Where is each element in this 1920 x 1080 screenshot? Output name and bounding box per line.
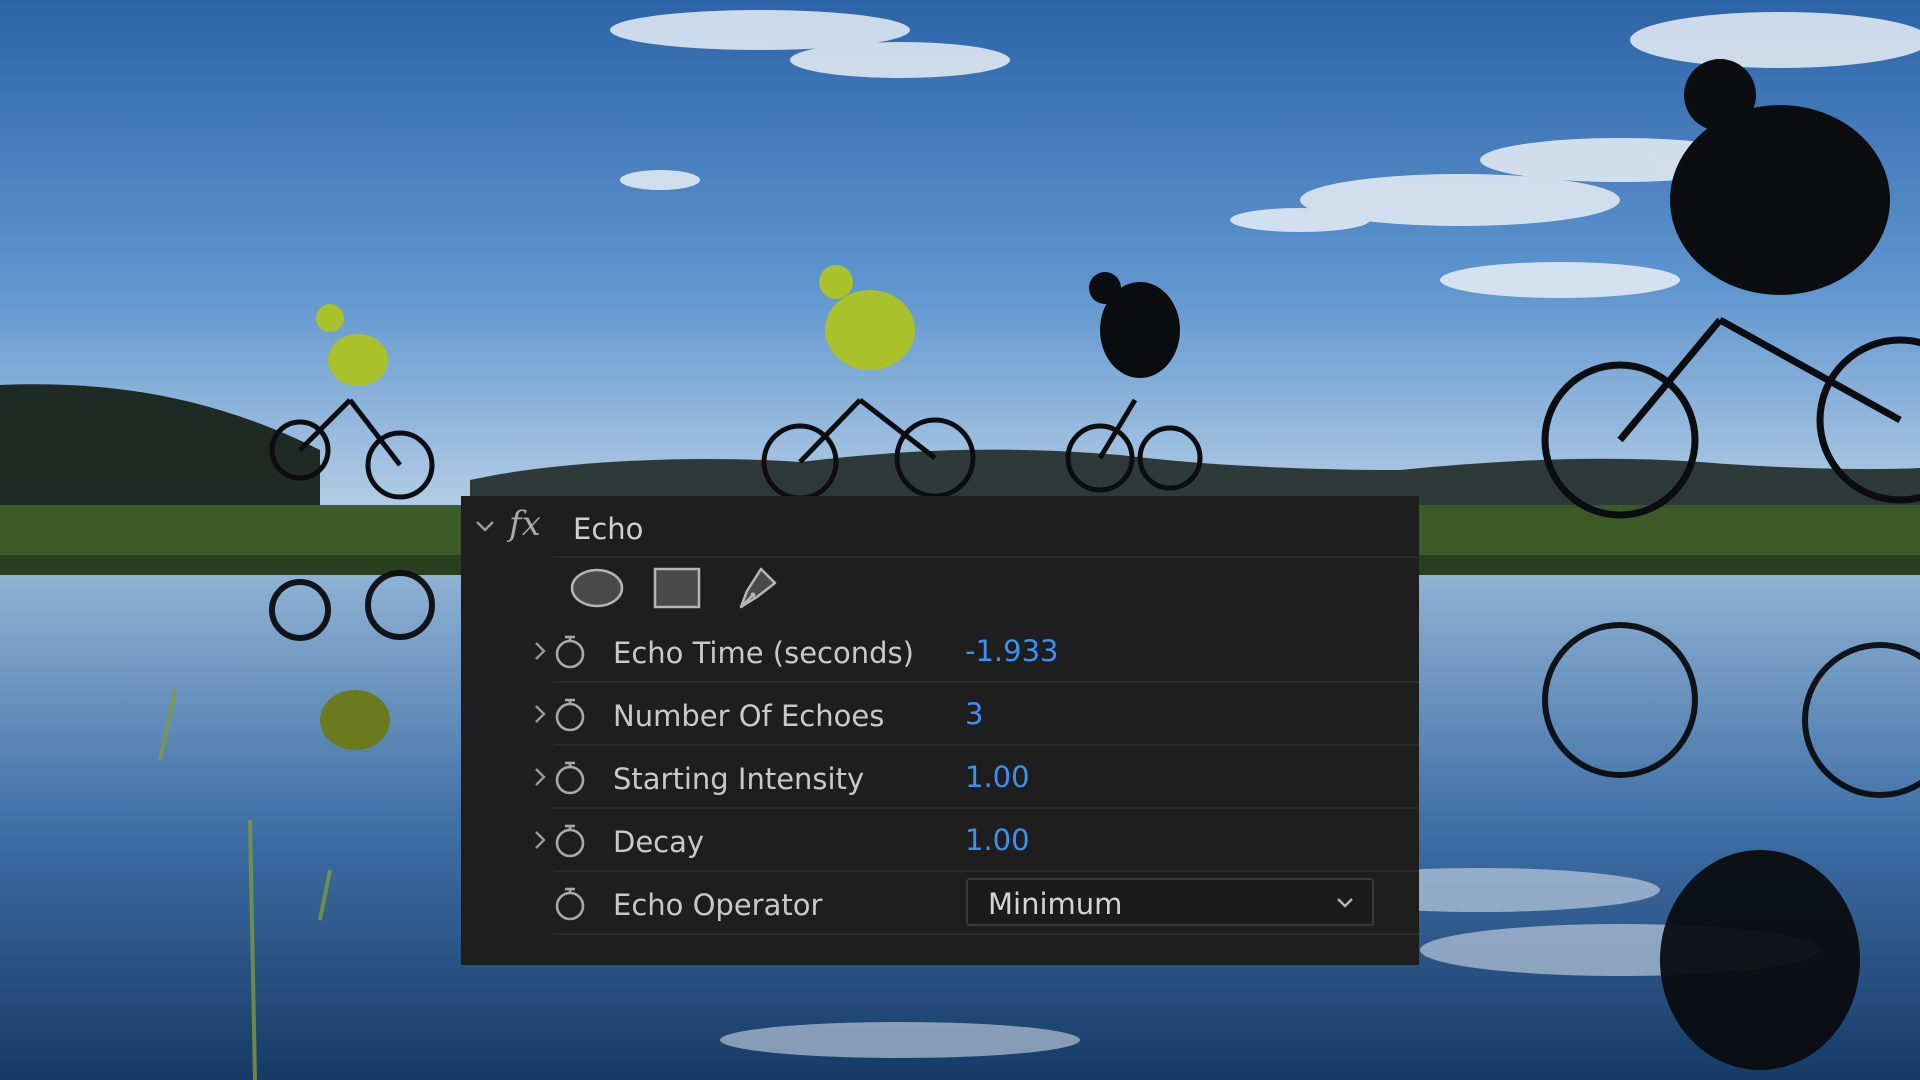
fx-badge-icon[interactable]: fx	[509, 504, 541, 544]
chevron-right-icon[interactable]	[529, 640, 551, 662]
rectangle-mask-icon[interactable]	[652, 566, 702, 610]
param-label: Number Of Echoes	[613, 699, 885, 733]
param-label: Starting Intensity	[613, 762, 865, 796]
param-row-echo-operator[interactable]: Echo Operator Minimum	[553, 872, 1419, 935]
stopwatch-icon[interactable]	[553, 697, 587, 733]
param-label: Echo Operator	[613, 888, 823, 922]
stopwatch-icon[interactable]	[553, 634, 587, 670]
param-label: Decay	[613, 825, 705, 859]
chevron-right-icon[interactable]	[529, 766, 551, 788]
ellipse-mask-icon[interactable]	[568, 566, 626, 610]
chevron-right-icon[interactable]	[529, 829, 551, 851]
param-label: Echo Time (seconds)	[613, 636, 914, 670]
echo-operator-dropdown[interactable]: Minimum	[966, 878, 1374, 926]
chevron-down-icon	[1337, 898, 1353, 908]
effect-header[interactable]: fx Echo	[461, 496, 1419, 558]
stopwatch-icon[interactable]	[553, 886, 587, 922]
stopwatch-icon[interactable]	[553, 823, 587, 859]
video-preview: fx Echo Echo Time (seconds) -1.933 Numbe…	[0, 0, 1920, 1080]
effect-name: Echo	[573, 512, 644, 546]
param-row-starting-intensity[interactable]: Starting Intensity 1.00	[535, 746, 1419, 809]
param-value[interactable]: 1.00	[965, 823, 1030, 857]
param-row-decay[interactable]: Decay 1.00	[535, 809, 1419, 872]
param-value[interactable]: -1.933	[965, 634, 1059, 668]
pen-mask-icon[interactable]	[731, 563, 781, 613]
chevron-down-icon[interactable]	[473, 514, 497, 538]
chevron-right-icon[interactable]	[529, 703, 551, 725]
param-row-number-of-echoes[interactable]: Number Of Echoes 3	[535, 683, 1419, 746]
param-row-echo-time[interactable]: Echo Time (seconds) -1.933	[535, 620, 1419, 683]
effect-controls-panel: fx Echo Echo Time (seconds) -1.933 Numbe…	[461, 496, 1419, 965]
stopwatch-icon[interactable]	[553, 760, 587, 796]
param-value[interactable]: 1.00	[965, 760, 1030, 794]
param-value[interactable]: 3	[965, 697, 983, 731]
dropdown-selected-value: Minimum	[988, 887, 1123, 921]
